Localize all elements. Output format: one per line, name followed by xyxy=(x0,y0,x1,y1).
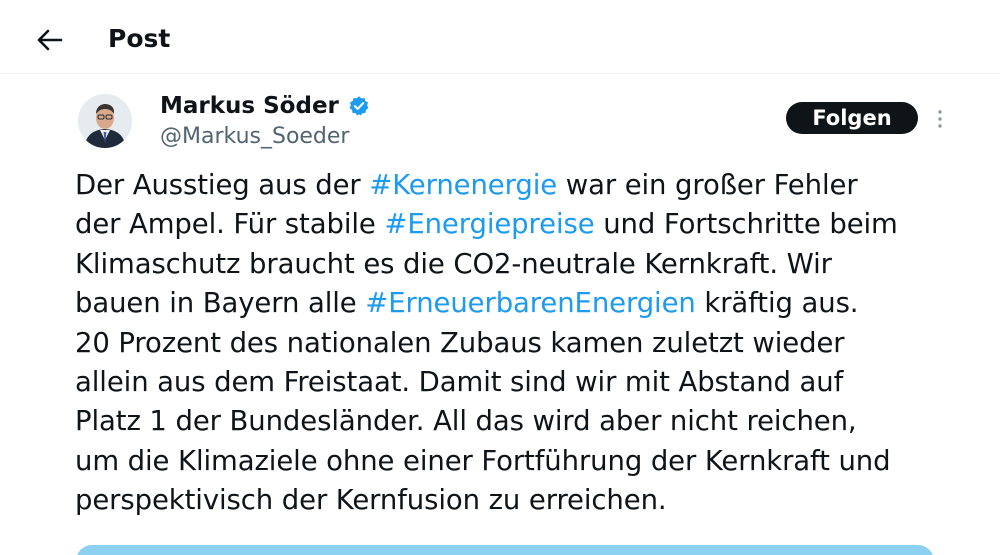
hashtag-link[interactable]: #Energiepreise xyxy=(384,208,594,240)
tweet-line: Der Ausstieg aus der #Kernenergie war ei… xyxy=(75,166,965,205)
tweet-text-segment: um die Klimaziele ohne einer Fortführung… xyxy=(75,444,891,477)
tweet-text-segment: 20 Prozent des nationalen Zubaus kamen z… xyxy=(75,326,845,359)
tweet-text-segment: Klimaschutz braucht es die CO2-neutrale … xyxy=(75,247,832,280)
tweet-text-segment: perspektivisch der Kernfusion zu erreich… xyxy=(75,484,667,517)
post-page: Post Markus Söder @Markus_Soeder Folgen … xyxy=(0,0,1000,555)
tweet-text-segment: Der Ausstieg aus der xyxy=(75,169,370,201)
author-name-text: Markus Söder xyxy=(160,93,339,119)
back-button[interactable] xyxy=(30,20,70,60)
more-button[interactable] xyxy=(926,104,954,134)
tweet-line: bauen in Bayern alle #ErneuerbarenEnergi… xyxy=(75,284,965,323)
tweet-text-segment: und Fortschritte beim xyxy=(594,208,898,241)
tweet-text-segment: der Ampel. Für stabile xyxy=(75,208,385,241)
avatar-image xyxy=(78,94,132,148)
tweet-line: der Ampel. Für stabile #Energiepreise un… xyxy=(75,205,965,244)
tweet-text: Der Ausstieg aus der #Kernenergie war ei… xyxy=(75,166,965,521)
hashtag-link[interactable]: #ErneuerbarenEnergien xyxy=(365,287,696,319)
tweet-line: Klimaschutz braucht es die CO2-neutrale … xyxy=(75,245,965,284)
follow-button[interactable]: Folgen xyxy=(786,102,918,134)
author-name[interactable]: Markus Söder xyxy=(160,90,370,122)
tweet-text-segment: bauen in Bayern alle xyxy=(75,287,366,320)
hashtag-link[interactable]: #Kernenergie xyxy=(369,169,557,201)
tweet-text-segment: war ein großer Fehler xyxy=(557,169,858,201)
tweet-line: 20 Prozent des nationalen Zubaus kamen z… xyxy=(75,324,965,363)
arrow-left-icon xyxy=(37,29,63,51)
avatar[interactable] xyxy=(78,94,132,148)
more-vertical-icon xyxy=(938,110,942,128)
verified-badge-icon xyxy=(349,96,369,116)
tweet-line: perspektivisch der Kernfusion zu erreich… xyxy=(75,481,965,520)
tweet-line: Platz 1 der Bundesländer. All das wird a… xyxy=(75,402,965,441)
tweet-text-segment: kräftig aus. xyxy=(695,287,859,320)
author-handle[interactable]: @Markus_Soeder xyxy=(160,122,349,152)
tweet-line: allein aus dem Freistaat. Damit sind wir… xyxy=(75,363,965,402)
tweet-line: um die Klimaziele ohne einer Fortführung… xyxy=(75,442,965,481)
media-preview[interactable] xyxy=(76,545,934,555)
top-header: Post xyxy=(0,0,1000,74)
tweet-text-segment: allein aus dem Freistaat. Damit sind wir… xyxy=(75,366,844,399)
page-title: Post xyxy=(108,24,171,53)
tweet-text-segment: Platz 1 der Bundesländer. All das wird a… xyxy=(75,405,857,438)
